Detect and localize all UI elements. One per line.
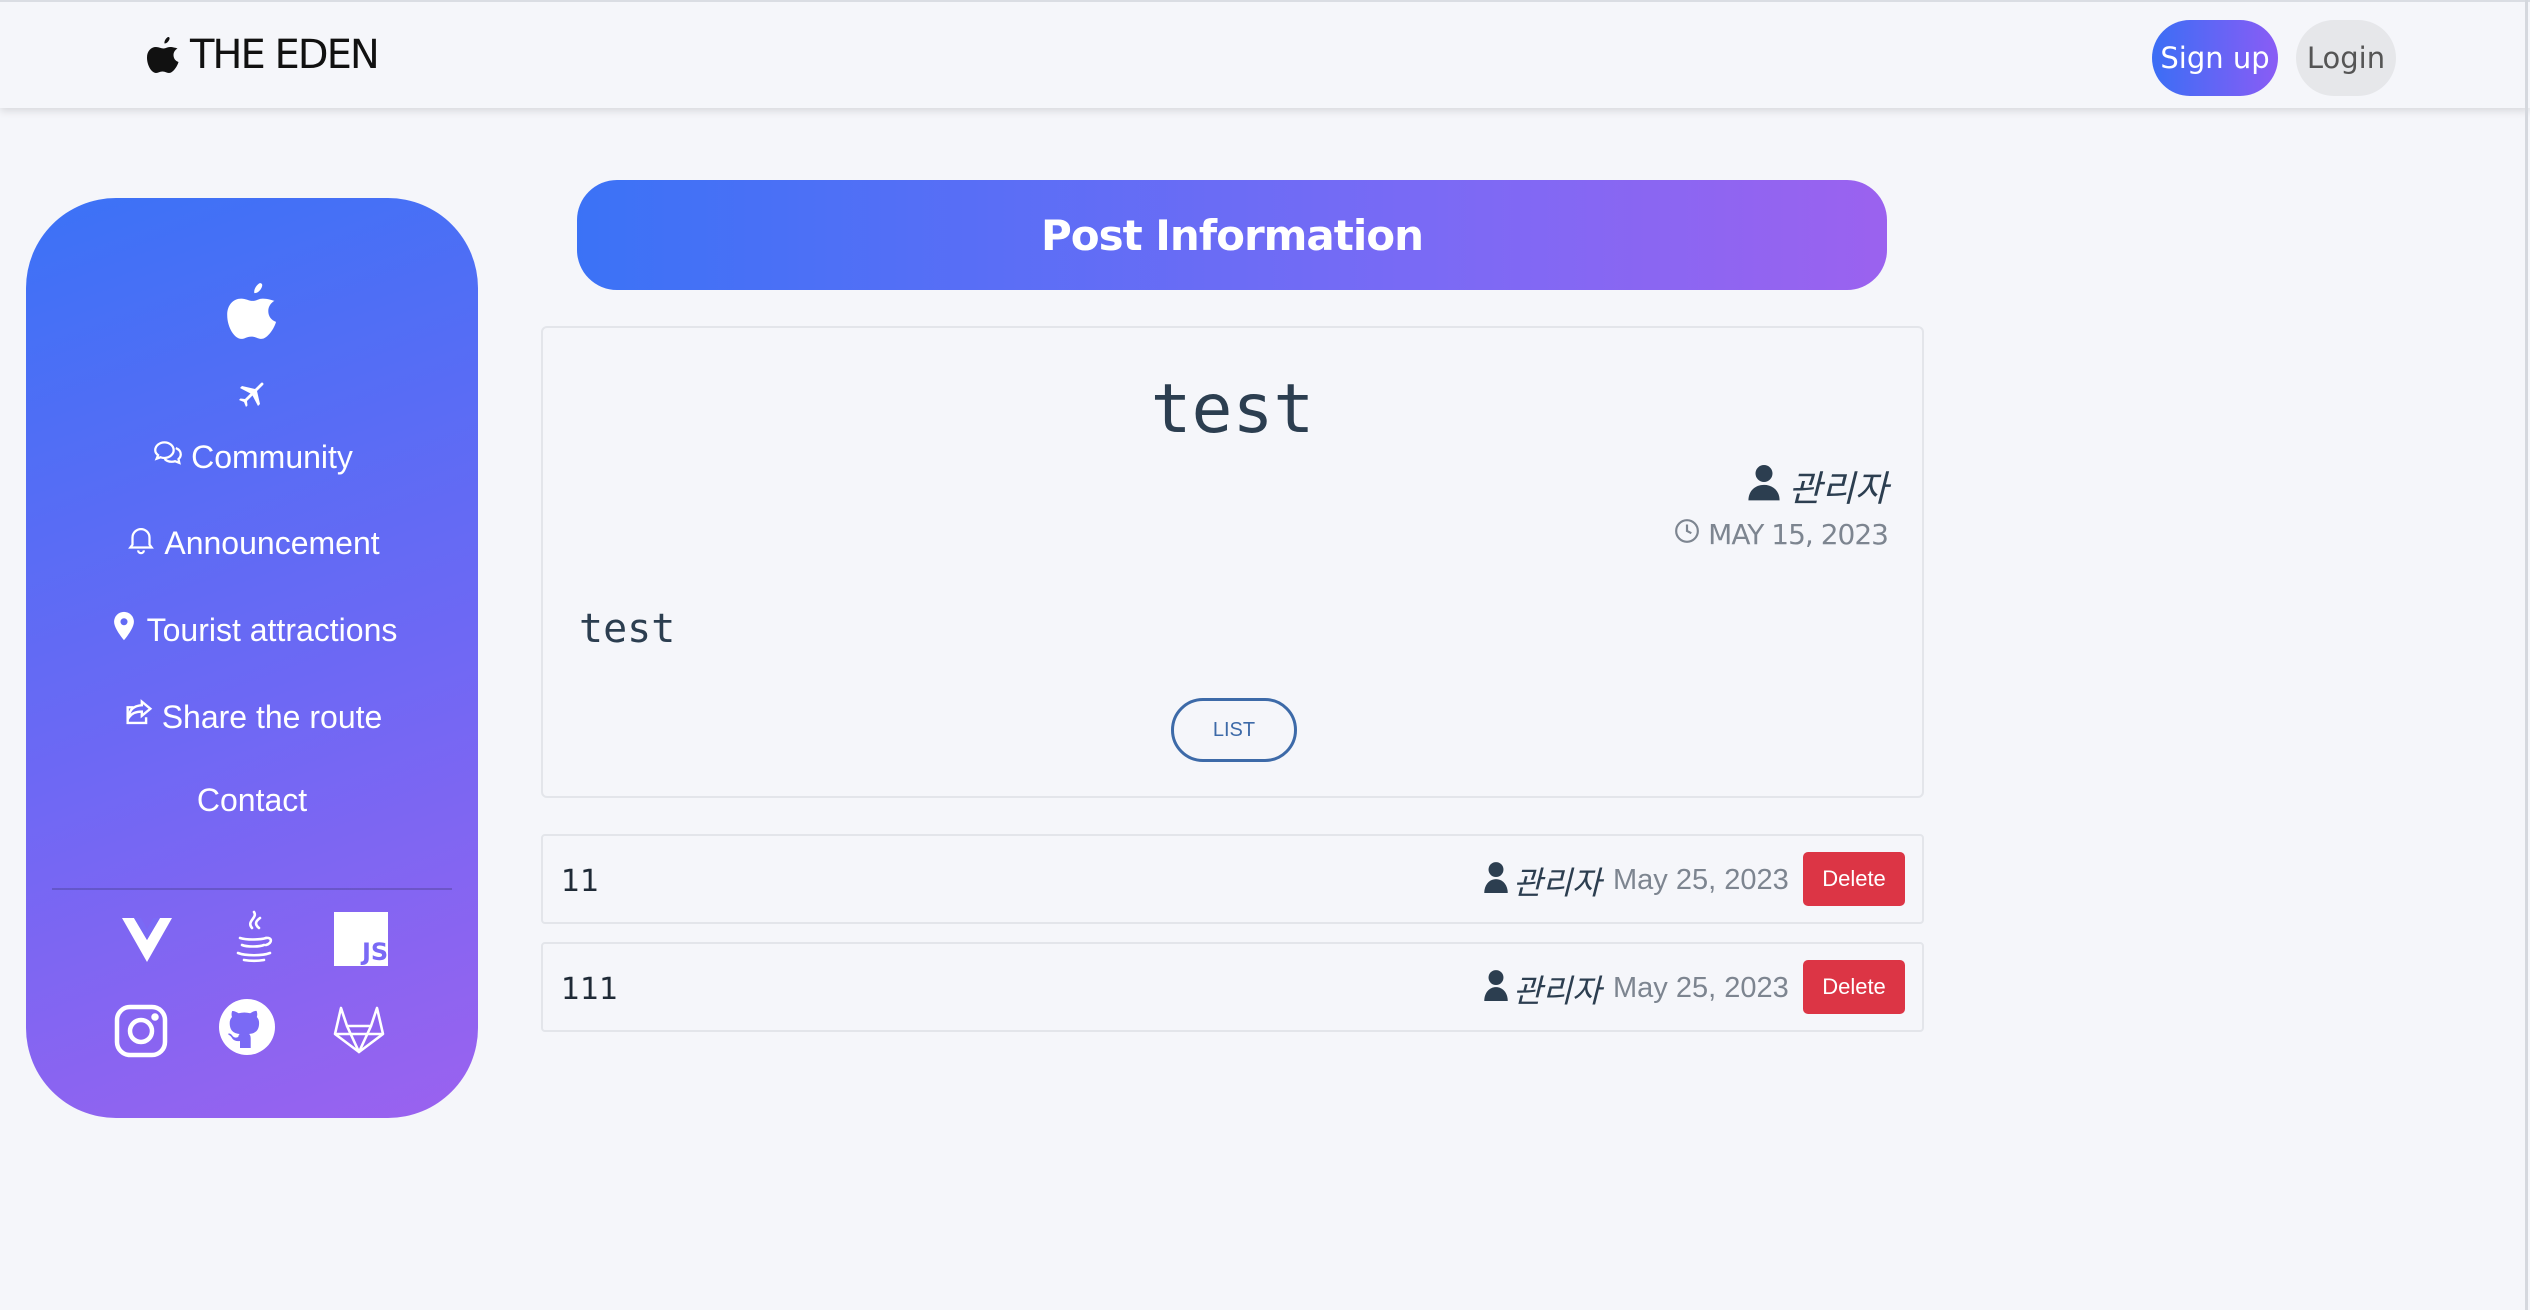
brand-name: THE EDEN — [190, 32, 380, 78]
svg-text:JS: JS — [360, 938, 388, 966]
clock-icon — [1674, 518, 1700, 551]
user-icon — [1483, 969, 1509, 1009]
sidebar-item-community[interactable]: Community — [26, 436, 478, 478]
post-date: MAY 15, 2023 — [1674, 518, 1889, 551]
login-button[interactable]: Login — [2296, 20, 2396, 96]
comment-author: 관리자 — [1483, 858, 1601, 904]
sidebar-item-label: Tourist attractions — [146, 611, 398, 648]
page-title-banner: Post Information — [577, 180, 1887, 290]
sidebar-item-label: Contact — [196, 782, 308, 818]
gitlab-icon[interactable] — [330, 1000, 388, 1058]
comment-text: 111 — [561, 972, 619, 1007]
chat-bubbles-icon — [151, 436, 185, 478]
comment-text: 11 — [561, 864, 600, 899]
apple-icon — [146, 35, 180, 75]
sidebar: Community Announcement Tourist attractio… — [26, 198, 478, 1118]
sidebar-item-label: Share the route — [161, 698, 383, 735]
sidebar-divider — [52, 888, 452, 890]
top-navbar: THE EDEN Sign up Login — [0, 0, 2530, 108]
comment-row: 11 관리자 May 25, 2023 Delete — [541, 834, 1924, 924]
comment-author-name: 관리자 — [1513, 972, 1602, 1010]
list-button[interactable]: LIST — [1171, 698, 1297, 762]
post-date-text: MAY 15, 2023 — [1708, 518, 1889, 551]
delete-comment-button[interactable]: Delete — [1803, 852, 1905, 906]
signup-button[interactable]: Sign up — [2152, 20, 2278, 96]
github-icon[interactable] — [218, 998, 276, 1056]
delete-comment-button[interactable]: Delete — [1803, 960, 1905, 1014]
comment-date: May 25, 2023 — [1613, 972, 1789, 1004]
apple-icon[interactable] — [224, 280, 280, 342]
javascript-icon[interactable]: JS — [332, 910, 390, 968]
post-author-name: 관리자 — [1788, 469, 1888, 510]
post-title: test — [1150, 370, 1315, 449]
post-card: test 관리자 MAY 15, 2023 test LIST — [541, 326, 1924, 798]
map-pin-icon — [107, 609, 141, 651]
comment-author-name: 관리자 — [1513, 864, 1602, 902]
sidebar-item-contact[interactable]: Contact — [26, 782, 478, 819]
share-icon — [122, 696, 156, 738]
post-body: test — [579, 606, 676, 652]
comment-date: May 25, 2023 — [1613, 864, 1789, 896]
brand-logo-link[interactable]: THE EDEN — [146, 32, 380, 78]
sidebar-item-share-the-route[interactable]: Share the route — [26, 696, 478, 738]
instagram-icon[interactable] — [112, 1002, 170, 1060]
scrollbar-edge — [2525, 0, 2528, 1310]
comment-author: 관리자 — [1483, 966, 1601, 1012]
bell-icon — [124, 522, 158, 564]
comment-row: 111 관리자 May 25, 2023 Delete — [541, 942, 1924, 1032]
vue-icon[interactable] — [118, 910, 176, 968]
airplane-icon[interactable] — [236, 376, 270, 410]
java-icon[interactable] — [224, 908, 282, 966]
user-icon — [1483, 861, 1509, 901]
post-author: 관리자 — [1747, 460, 1888, 512]
sidebar-item-label: Community — [191, 438, 353, 475]
sidebar-item-tourist-attractions[interactable]: Tourist attractions — [26, 609, 478, 651]
sidebar-item-label: Announcement — [164, 524, 380, 561]
user-icon — [1747, 463, 1781, 510]
sidebar-item-announcement[interactable]: Announcement — [26, 522, 478, 564]
